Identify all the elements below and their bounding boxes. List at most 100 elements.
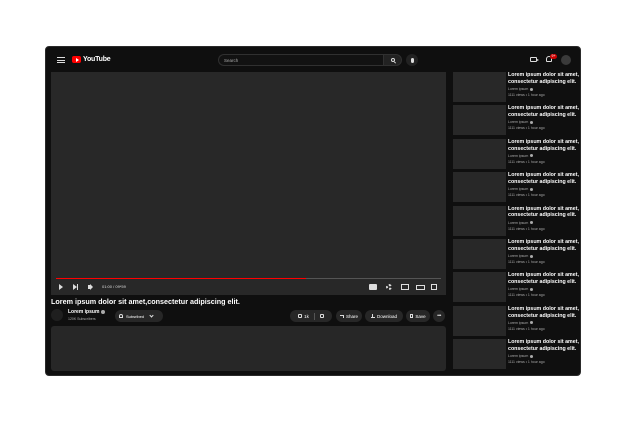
recommended-video[interactable]: Lorem ipsum dolor sit amet, consectetur … [451,239,580,271]
miniplayer-icon[interactable] [401,284,409,290]
recommended-video-title[interactable]: Lorem ipsum dolor sit amet, consectetur … [508,206,580,219]
verified-icon [530,154,534,158]
video-thumbnail[interactable] [453,339,506,370]
like-dislike-group[interactable]: 1k [290,310,332,322]
recommended-video-title[interactable]: Lorem ipsum dolor sit amet, consectetur … [508,306,580,319]
recommended-video[interactable]: Lorem ipsum dolor sit amet, consectetur … [451,272,580,304]
recommended-video[interactable]: Lorem ipsum dolor sit amet, consectetur … [451,305,580,338]
video-player[interactable]: 01:00 / 09*59 [51,72,446,295]
recommended-video-title[interactable]: Lorem ipsum dolor sit amet, consectetur … [508,272,580,285]
recommended-video-title[interactable]: Lorem ipsum dolor sit amet, consectetur … [508,172,580,185]
recommended-channel-name: Lorem ipsum [508,153,529,158]
like-count: 1k [304,313,309,319]
recommended-channel-row: Lorem ipsum [508,321,534,325]
video-thumbnail[interactable] [453,172,506,203]
youtube-window: YouTube Search 9+ 01:00 / 09*59 Lorem ip… [45,46,581,376]
search-bar: Search [218,54,402,66]
subscribed-label: Subsribed [126,313,145,319]
save-label: Save [415,313,426,319]
recommended-video[interactable]: Lorem ipsum dolor sit amet, consectetur … [451,172,580,204]
settings-gear-icon[interactable] [386,284,392,290]
menu-icon[interactable] [57,57,65,63]
recommended-video-title[interactable]: Lorem ipsum dolor sit amet, consectetur … [508,72,580,85]
recommended-video-meta: 1111 views • 1 hour ago [508,126,545,131]
channel-avatar[interactable] [51,309,63,321]
theater-mode-icon[interactable] [416,285,425,290]
video-thumbnail[interactable] [453,272,506,303]
next-icon[interactable] [73,284,78,290]
search-button[interactable] [383,54,402,66]
volume-icon[interactable] [88,285,91,289]
verified-icon [530,187,534,191]
recommended-video[interactable]: Lorem ipsum dolor sit amet, consectetur … [451,105,580,137]
download-label: Download [376,313,397,319]
download-button[interactable]: Download [365,310,403,322]
voice-search-button[interactable] [406,54,418,66]
recommended-channel-row: Lorem ipsum [508,220,534,225]
recommended-video-title[interactable]: Lorem ipsum dolor sit amet, consectetur … [508,139,580,152]
recommended-video-meta: 1111 views • 1 hour ago [508,260,545,264]
video-thumbnail[interactable] [453,205,506,236]
recommended-channel-row: Lorem ipsum [508,187,534,192]
recommended-video[interactable]: Lorem ipsum dolor sit amet, consectetur … [451,339,580,371]
recommended-video-meta: 1111 views • 1 hour ago [508,360,545,365]
verified-icon [530,321,534,325]
recommended-video-title[interactable]: Lorem ipsum dolor sit amet, consectetur … [508,339,580,352]
recommended-channel-name: Lorem ipsum [508,220,529,225]
recommended-video-meta: 1111 views • 1 hour ago [508,193,545,198]
recommended-video[interactable]: Lorem ipsum dolor sit amet, consectetur … [451,138,580,171]
save-button[interactable]: Save [406,310,430,322]
progress-bar[interactable] [56,278,441,279]
youtube-play-logo-icon [72,56,81,63]
thumbs-up-icon[interactable] [298,314,303,318]
recommended-channel-name: Lorem ipsum [508,354,529,359]
recommended-channel-row: Lorem ipsum [508,254,534,258]
verified-icon [530,87,534,91]
recommended-video-meta: 1111 views • 1 hour ago [508,293,545,298]
thumbs-down-icon[interactable] [319,314,324,318]
video-thumbnail[interactable] [453,138,506,169]
share-button[interactable]: Share [336,310,362,322]
verified-icon [101,310,106,314]
youtube-logo[interactable]: YouTube [72,56,111,63]
recommended-channel-name: Lorem ipsum [508,120,529,125]
recommended-video-title[interactable]: Lorem ipsum dolor sit amet, consectetur … [508,239,580,252]
create-video-icon[interactable] [530,57,539,62]
search-input[interactable]: Search [218,54,383,66]
video-thumbnail[interactable] [453,105,506,136]
recommended-video-meta: 1111 views • 1 hour ago [508,326,545,331]
description-box[interactable] [51,326,446,371]
save-playlist-icon [410,314,414,318]
subscribed-button[interactable]: Subsribed [115,310,163,322]
bell-icon [119,314,123,318]
recommended-channel-name: Lorem ipsum [508,254,529,258]
account-avatar[interactable] [561,55,571,65]
more-actions-button[interactable]: ••• [433,310,445,322]
verified-icon [530,254,534,258]
recommended-channel-name: Lorem ipsum [508,87,529,91]
fullscreen-icon[interactable] [431,284,437,290]
microphone-icon [410,57,414,63]
recommended-channel-row: Lorem ipsum [508,120,534,125]
download-icon [370,314,375,318]
recommended-channel-name: Lorem ipsum [508,287,529,292]
channel-name[interactable]: Lorem ipsum [68,309,99,315]
recommended-video-meta: 1111 views • 1 hour ago [508,159,545,164]
recommended-channel-row: Lorem ipsum [508,354,534,359]
recommended-channel-name: Lorem ipsum [508,187,529,192]
recommended-video[interactable]: Lorem ipsum dolor sit amet, consectetur … [451,205,580,238]
share-icon [339,314,344,318]
recommended-video[interactable]: Lorem ipsum dolor sit amet, consectetur … [451,72,580,104]
play-icon[interactable] [59,284,63,290]
video-thumbnail[interactable] [453,72,506,102]
channel-name-row[interactable]: Lorem ipsum [68,309,106,315]
notification-badge: 9+ [550,54,557,59]
video-thumbnail[interactable] [453,239,506,269]
subscriber-count: 120K Subscribers [68,317,96,321]
video-thumbnail[interactable] [453,305,506,336]
recommended-video-title[interactable]: Lorem ipsum dolor sit amet, consectetur … [508,105,580,118]
captions-icon[interactable] [369,284,377,290]
share-label: Share [345,313,358,319]
chevron-down-icon [149,312,154,318]
verified-icon [530,287,534,291]
